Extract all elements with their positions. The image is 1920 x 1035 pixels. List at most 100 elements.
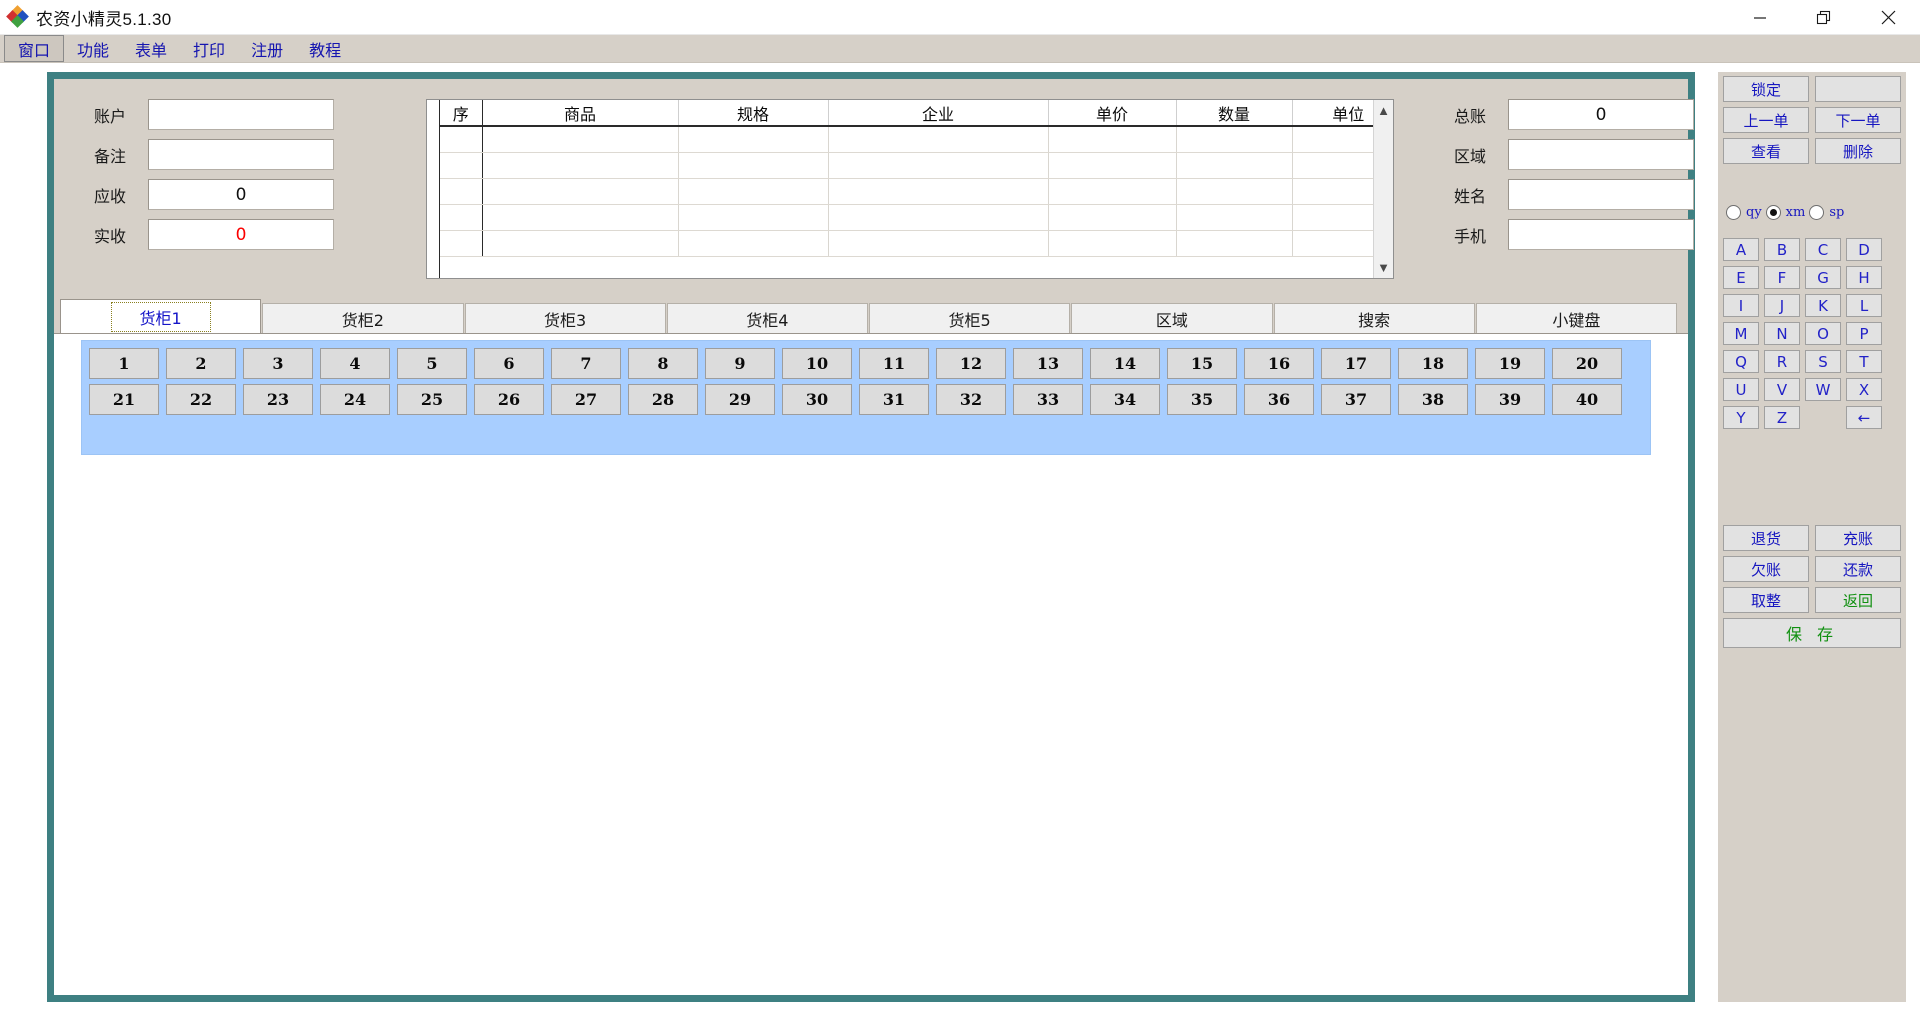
alpha-key-t[interactable]: T bbox=[1846, 350, 1882, 373]
return-goods-button[interactable]: 退货 bbox=[1723, 525, 1809, 551]
shelf-number-button-26[interactable]: 26 bbox=[474, 384, 544, 415]
recharge-button[interactable]: 充账 bbox=[1815, 525, 1901, 551]
table-row[interactable] bbox=[440, 178, 1373, 205]
alpha-key-n[interactable]: N bbox=[1764, 322, 1800, 345]
alpha-key-d[interactable]: D bbox=[1846, 238, 1882, 261]
shelf-number-button-39[interactable]: 39 bbox=[1475, 384, 1545, 415]
name-input[interactable] bbox=[1508, 179, 1694, 210]
menu-item-print[interactable]: 打印 bbox=[180, 35, 238, 62]
alpha-key-z[interactable]: Z bbox=[1764, 406, 1800, 429]
alpha-key-b[interactable]: B bbox=[1764, 238, 1800, 261]
alpha-key-q[interactable]: Q bbox=[1723, 350, 1759, 373]
table-row[interactable] bbox=[440, 230, 1373, 257]
shelf-number-button-35[interactable]: 35 bbox=[1167, 384, 1237, 415]
shelf-number-button-17[interactable]: 17 bbox=[1321, 348, 1391, 379]
tab-cabinet-4[interactable]: 货柜4 bbox=[666, 303, 868, 333]
shelf-number-button-16[interactable]: 16 bbox=[1244, 348, 1314, 379]
tab-search[interactable]: 搜索 bbox=[1273, 303, 1475, 333]
alpha-key-a[interactable]: A bbox=[1723, 238, 1759, 261]
received-input[interactable]: 0 bbox=[148, 219, 334, 250]
back-button[interactable]: 返回 bbox=[1815, 587, 1901, 613]
shelf-number-button-25[interactable]: 25 bbox=[397, 384, 467, 415]
round-button[interactable]: 取整 bbox=[1723, 587, 1809, 613]
alpha-key-l[interactable]: L bbox=[1846, 294, 1882, 317]
tab-region[interactable]: 区域 bbox=[1071, 303, 1273, 333]
view-button[interactable]: 查看 bbox=[1723, 138, 1809, 164]
lock-button[interactable]: 锁定 bbox=[1723, 76, 1809, 102]
shelf-number-button-20[interactable]: 20 bbox=[1552, 348, 1622, 379]
shelf-number-button-18[interactable]: 18 bbox=[1398, 348, 1468, 379]
shelf-number-button-11[interactable]: 11 bbox=[859, 348, 929, 379]
shelf-number-button-6[interactable]: 6 bbox=[474, 348, 544, 379]
table-row[interactable] bbox=[440, 152, 1373, 179]
shelf-number-button-36[interactable]: 36 bbox=[1244, 384, 1314, 415]
shelf-number-button-21[interactable]: 21 bbox=[89, 384, 159, 415]
alpha-key-k[interactable]: K bbox=[1805, 294, 1841, 317]
shelf-number-button-29[interactable]: 29 bbox=[705, 384, 775, 415]
alpha-key-w[interactable]: W bbox=[1805, 378, 1841, 401]
shelf-number-button-19[interactable]: 19 bbox=[1475, 348, 1545, 379]
shelf-number-button-12[interactable]: 12 bbox=[936, 348, 1006, 379]
shelf-number-button-8[interactable]: 8 bbox=[628, 348, 698, 379]
next-order-button[interactable]: 下一单 bbox=[1815, 107, 1901, 133]
alpha-key-s[interactable]: S bbox=[1805, 350, 1841, 373]
shelf-number-button-5[interactable]: 5 bbox=[397, 348, 467, 379]
repay-button[interactable]: 还款 bbox=[1815, 556, 1901, 582]
shelf-number-button-38[interactable]: 38 bbox=[1398, 384, 1468, 415]
tab-cabinet-2[interactable]: 货柜2 bbox=[262, 303, 464, 333]
alpha-key-x[interactable]: X bbox=[1846, 378, 1882, 401]
close-button[interactable] bbox=[1856, 0, 1920, 35]
delete-button[interactable]: 删除 bbox=[1815, 138, 1901, 164]
shelf-number-button-34[interactable]: 34 bbox=[1090, 384, 1160, 415]
shelf-number-button-3[interactable]: 3 bbox=[243, 348, 313, 379]
alpha-key-m[interactable]: M bbox=[1723, 322, 1759, 345]
lock-field[interactable] bbox=[1815, 76, 1901, 102]
column-header-spec[interactable]: 规格 bbox=[678, 100, 829, 127]
shelf-number-button-33[interactable]: 33 bbox=[1013, 384, 1083, 415]
phone-input[interactable] bbox=[1508, 219, 1694, 250]
alpha-key-r[interactable]: R bbox=[1764, 350, 1800, 373]
save-button[interactable]: 保 存 bbox=[1723, 618, 1901, 648]
shelf-number-button-4[interactable]: 4 bbox=[320, 348, 390, 379]
shelf-number-button-37[interactable]: 37 bbox=[1321, 384, 1391, 415]
shelf-number-button-13[interactable]: 13 bbox=[1013, 348, 1083, 379]
account-input[interactable] bbox=[148, 99, 334, 130]
shelf-number-button-2[interactable]: 2 bbox=[166, 348, 236, 379]
column-header-product[interactable]: 商品 bbox=[482, 100, 679, 127]
grid-scrollbar[interactable]: ▲ ▼ bbox=[1373, 100, 1393, 278]
tab-cabinet-3[interactable]: 货柜3 bbox=[464, 303, 666, 333]
shelf-number-button-10[interactable]: 10 bbox=[782, 348, 852, 379]
menu-item-register[interactable]: 注册 bbox=[238, 35, 296, 62]
ledger-input[interactable]: 0 bbox=[1508, 99, 1694, 130]
restore-button[interactable] bbox=[1792, 0, 1856, 35]
receivable-input[interactable]: 0 bbox=[148, 179, 334, 210]
menu-item-function[interactable]: 功能 bbox=[64, 35, 122, 62]
radio-option-xm[interactable]: xm bbox=[1765, 205, 1805, 220]
minimize-button[interactable] bbox=[1728, 0, 1792, 35]
shelf-number-button-23[interactable]: 23 bbox=[243, 384, 313, 415]
table-row[interactable] bbox=[440, 204, 1373, 231]
radio-option-sp[interactable]: sp bbox=[1809, 205, 1844, 220]
alpha-key-f[interactable]: F bbox=[1764, 266, 1800, 289]
shelf-number-button-22[interactable]: 22 bbox=[166, 384, 236, 415]
alpha-key-c[interactable]: C bbox=[1805, 238, 1841, 261]
alpha-key-j[interactable]: J bbox=[1764, 294, 1800, 317]
alpha-key-y[interactable]: Y bbox=[1723, 406, 1759, 429]
alpha-key-o[interactable]: O bbox=[1805, 322, 1841, 345]
shelf-number-button-14[interactable]: 14 bbox=[1090, 348, 1160, 379]
alpha-key-p[interactable]: P bbox=[1846, 322, 1882, 345]
table-row[interactable] bbox=[440, 126, 1373, 153]
column-header-index[interactable]: 序 bbox=[440, 100, 483, 127]
shelf-number-button-31[interactable]: 31 bbox=[859, 384, 929, 415]
tab-cabinet-1[interactable]: 货柜1 bbox=[60, 299, 262, 333]
shelf-number-button-32[interactable]: 32 bbox=[936, 384, 1006, 415]
menu-item-tutorial[interactable]: 教程 bbox=[296, 35, 354, 62]
shelf-number-button-28[interactable]: 28 bbox=[628, 384, 698, 415]
scroll-down-icon[interactable]: ▼ bbox=[1377, 261, 1390, 274]
alpha-key-u[interactable]: U bbox=[1723, 378, 1759, 401]
scroll-up-icon[interactable]: ▲ bbox=[1377, 104, 1390, 117]
alpha-key-v[interactable]: V bbox=[1764, 378, 1800, 401]
menu-item-form[interactable]: 表单 bbox=[122, 35, 180, 62]
shelf-number-button-30[interactable]: 30 bbox=[782, 384, 852, 415]
shelf-number-button-1[interactable]: 1 bbox=[89, 348, 159, 379]
